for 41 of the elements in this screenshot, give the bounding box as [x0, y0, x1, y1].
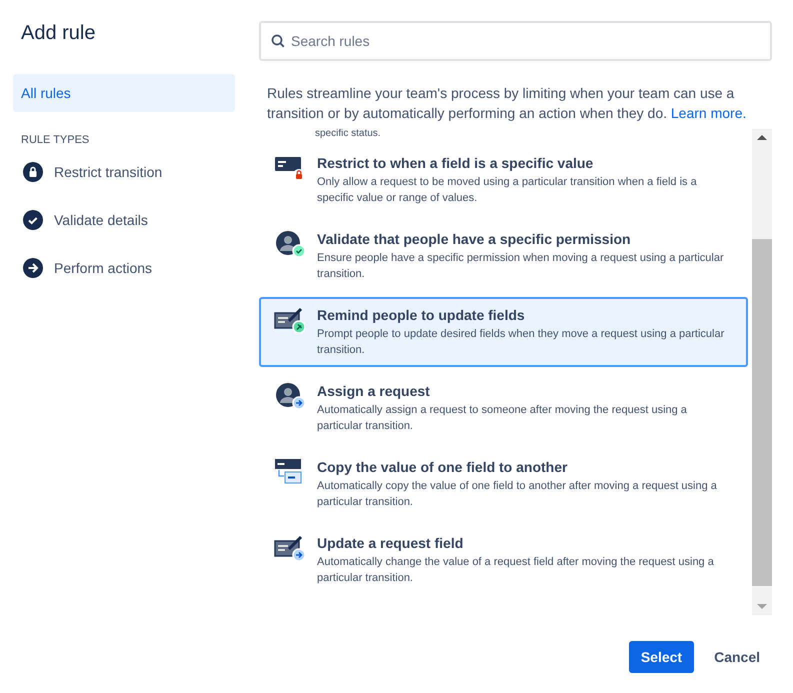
rule-description: Ensure people have a specific permission when moving a request using a particular transition.	[317, 251, 725, 282]
rule-option[interactable]: Assign a request Automatically assign a request to someone after moving the request using a particular transition.	[259, 373, 748, 443]
rule-description: specific status.	[315, 129, 382, 139]
arrow-right-icon	[23, 258, 43, 278]
lock-icon	[23, 162, 43, 182]
rule-description: Only allow a request to be moved using a particular transition when a field is a specific value or range of values.	[317, 175, 698, 206]
rule-title: Validate that people have a specific permission	[317, 231, 632, 247]
dialog-title: Add rule	[21, 22, 96, 45]
sidebar-item[interactable]: All rules	[13, 74, 235, 112]
rule-title: Update a request field	[317, 535, 464, 551]
scroll-up-icon	[757, 135, 767, 140]
rule-type-link[interactable]: Restrict transition	[54, 164, 162, 180]
search-field[interactable]: Search rules	[259, 21, 772, 61]
rule-description: Automatically copy the value of one field to another after moving a request using a particular transition.	[317, 479, 718, 510]
cancel-button[interactable]: Cancel	[702, 641, 772, 673]
rule-title: Copy the value of one field to another	[317, 459, 568, 475]
rule-type-link[interactable]: Validate details	[54, 212, 148, 228]
rule-option[interactable]: Remind people to update fields Prompt people to update desired fields when they move a request using a particular transition.	[259, 297, 748, 367]
section-heading: RULE TYPES	[21, 134, 90, 146]
rule-title: Assign a request	[317, 383, 431, 399]
person-check-icon	[273, 229, 305, 257]
rule-title: Restrict to when a field is a specific value	[317, 155, 594, 171]
rule-description: Prompt people to update desired fields when they move a request using a particular transition.	[317, 327, 726, 358]
select-button[interactable]: Select	[628, 641, 694, 673]
intro-paragraph: Rules streamline your team's process by limiting when your team can use a transition or by automatically performing an action when they do. Learn more.	[267, 84, 748, 123]
rule-description: Automatically change the value of a request field after moving the request using a particular transition.	[317, 555, 715, 586]
search-icon	[271, 34, 285, 48]
scroll-down-icon	[757, 604, 767, 609]
rule-option[interactable]: Copy the value of one field to another Automatically copy the value of one field to another after moving a request using a particular transition.	[259, 449, 748, 519]
learn-more-link[interactable]: Learn more.	[670, 105, 746, 121]
form-pin-icon	[273, 305, 305, 333]
rule-option[interactable]: Validate that people have a specific permission Ensure people have a specific permission when moving a request using a particular transition.	[259, 221, 748, 291]
check-icon	[23, 210, 43, 230]
scrollbar-thumb[interactable]	[752, 239, 772, 586]
rule-description: Automatically assign a request to someone after moving the request using a particular transition.	[317, 403, 688, 434]
rule-title: Remind people to update fields	[317, 307, 526, 323]
form-arrow-icon	[273, 533, 305, 561]
rule-option[interactable]: Restrict to when a field is a specific value Only allow a request to be moved using a particular transition when a field is a specific value or range of values.	[259, 145, 748, 215]
rule-type-link[interactable]: Perform actions	[54, 260, 152, 276]
rule-option[interactable]: Update a request field Automatically change the value of a request field after moving the request using a particular transition.	[259, 525, 748, 595]
person-arrow-icon	[273, 381, 305, 409]
